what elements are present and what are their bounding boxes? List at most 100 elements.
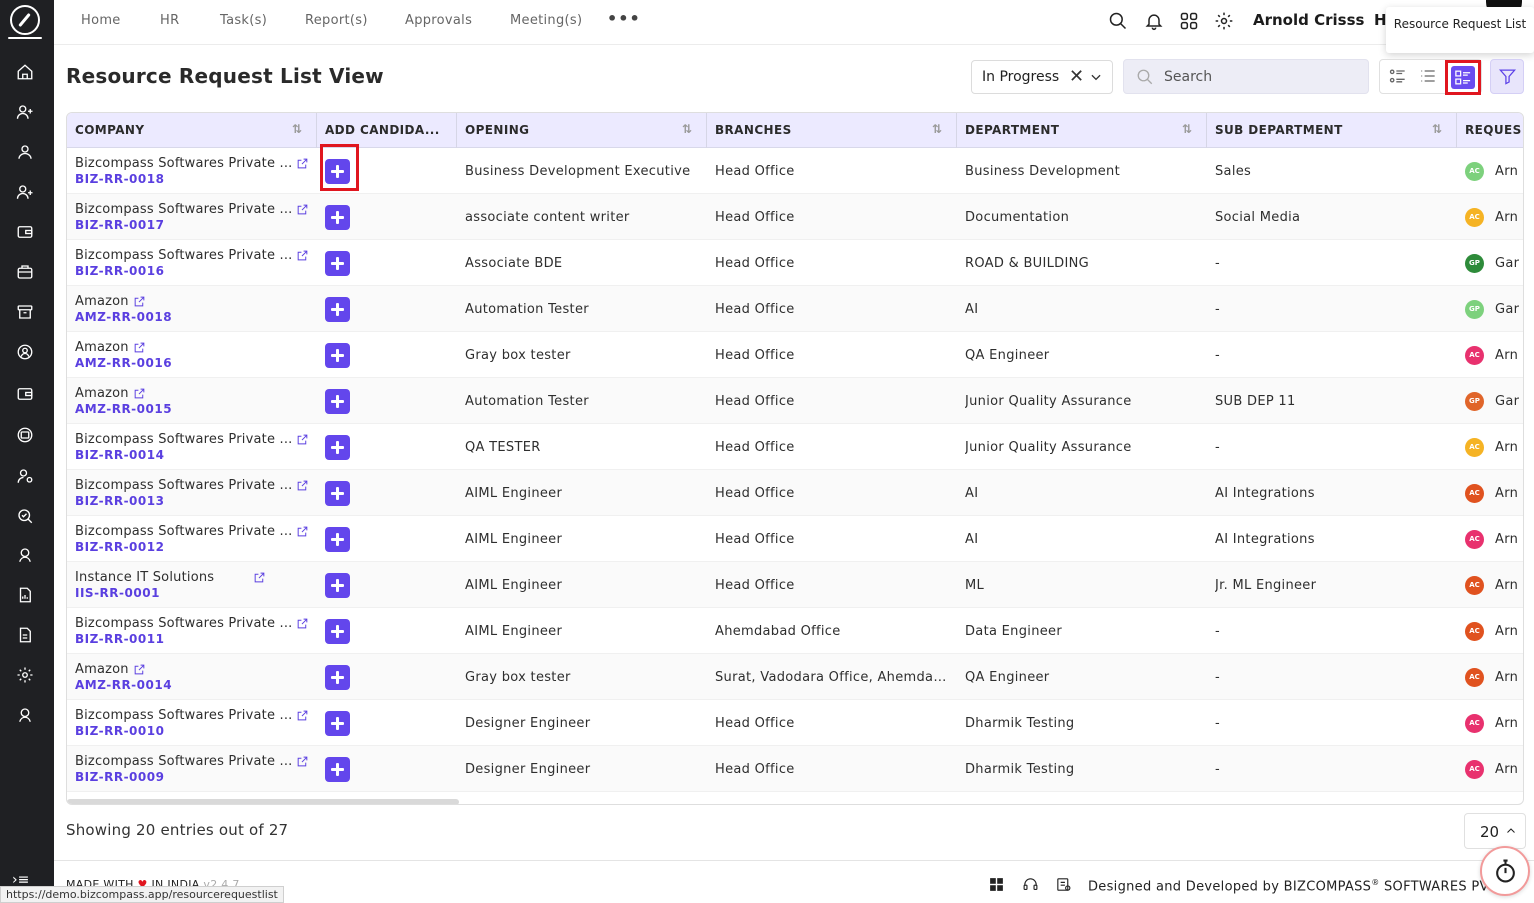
request-code-link[interactable]: BIZ-RR-0018 [75, 172, 164, 186]
search-input[interactable] [1164, 67, 1354, 87]
table-row[interactable]: Bizcompass Softwares Private ... BIZ-RR-0… [67, 148, 1523, 194]
search-check-icon[interactable] [15, 506, 35, 526]
horizontal-scrollbar[interactable] [67, 799, 459, 804]
table-row[interactable]: Bizcompass Softwares Private ... BIZ-RR-0… [67, 516, 1523, 562]
table-row[interactable]: Amazon AMZ-RR-0018 Automation Tester Head O… [67, 286, 1523, 332]
archive-icon[interactable] [15, 302, 35, 322]
request-code-link[interactable]: BIZ-RR-0010 [75, 724, 164, 738]
request-code-link[interactable]: BIZ-RR-0011 [75, 632, 164, 646]
add-candidate-button[interactable] [325, 389, 350, 414]
sort-icon[interactable]: ⇅ [1182, 122, 1196, 138]
external-link-icon[interactable] [296, 617, 309, 630]
table-row[interactable]: Amazon AMZ-RR-0015 Automation Tester Head O… [67, 378, 1523, 424]
external-link-icon[interactable] [296, 479, 309, 492]
user-icon[interactable] [15, 142, 35, 162]
briefcase-icon[interactable] [15, 262, 35, 282]
nav-home[interactable]: Home [81, 13, 121, 28]
request-code-link[interactable]: IIS-RR-0001 [75, 586, 160, 600]
request-code-link[interactable]: BIZ-RR-0016 [75, 264, 164, 278]
wallet-icon[interactable] [15, 222, 35, 242]
table-row[interactable]: Amazon AMZ-RR-0014 Gray box tester Surat, V… [67, 654, 1523, 700]
table-row[interactable]: Bizcompass Softwares Private ... BIZ-RR-0… [67, 746, 1523, 792]
external-link-icon[interactable] [296, 157, 309, 170]
table-row[interactable]: Bizcompass Softwares Private ... BIZ-RR-0… [67, 194, 1523, 240]
user-settings-icon[interactable] [15, 466, 35, 486]
search-field[interactable] [1123, 59, 1369, 94]
home-icon[interactable] [15, 62, 35, 82]
nav-hr[interactable]: HR [160, 13, 179, 28]
add-candidate-button[interactable] [325, 757, 350, 782]
request-code-link[interactable]: BIZ-RR-0013 [75, 494, 164, 508]
apps-grid-icon[interactable] [1179, 11, 1199, 31]
add-candidate-button[interactable] [325, 205, 350, 230]
request-code-link[interactable]: BIZ-RR-0012 [75, 540, 164, 554]
windows-icon[interactable] [988, 876, 1005, 893]
external-link-icon[interactable] [133, 387, 146, 400]
external-link-icon[interactable] [296, 433, 309, 446]
external-link-icon[interactable] [133, 295, 146, 308]
document-icon[interactable] [15, 625, 35, 645]
status-filter-select[interactable]: In Progress ✕ [971, 60, 1113, 94]
column-header-company[interactable]: COMPANY ⇅ [67, 113, 317, 148]
card-icon[interactable] [15, 384, 35, 404]
timer-button[interactable] [1480, 846, 1530, 896]
clear-filter-icon[interactable]: ✕ [1069, 66, 1084, 87]
add-user-icon[interactable] [15, 102, 35, 122]
chevron-down-icon[interactable] [1089, 70, 1103, 84]
external-link-icon[interactable] [296, 203, 309, 216]
sort-icon[interactable]: ⇅ [932, 122, 946, 138]
request-code-link[interactable]: AMZ-RR-0018 [75, 310, 172, 324]
settings-gear-icon[interactable] [1214, 11, 1234, 31]
headset-icon[interactable] [1022, 876, 1039, 893]
sort-icon[interactable]: ⇅ [1432, 122, 1446, 138]
external-link-icon[interactable] [296, 755, 309, 768]
add-candidate-button[interactable] [325, 711, 350, 736]
nav-tasks[interactable]: Task(s) [220, 13, 267, 28]
table-row[interactable]: Amazon AMZ-RR-0016 Gray box tester Head Off… [67, 332, 1523, 378]
team-icon[interactable] [15, 342, 35, 362]
external-link-icon[interactable] [296, 709, 309, 722]
list-view-icon[interactable] [1418, 66, 1440, 88]
add-candidate-button[interactable] [325, 343, 350, 368]
sort-icon[interactable]: ⇅ [682, 122, 696, 138]
add-candidate-button[interactable] [325, 435, 350, 460]
inbox-icon[interactable] [15, 425, 35, 445]
external-link-icon[interactable] [296, 525, 309, 538]
add-candidate-button[interactable] [325, 619, 350, 644]
column-header-requester[interactable]: REQUES [1457, 113, 1523, 148]
add-candidate-button[interactable] [325, 573, 350, 598]
nav-more-button[interactable]: ••• [607, 9, 641, 28]
external-link-icon[interactable] [253, 571, 266, 584]
table-row[interactable]: Bizcompass Softwares Private ... BIZ-RR-0… [67, 700, 1523, 746]
add-candidate-button[interactable] [325, 665, 350, 690]
request-code-link[interactable]: BIZ-RR-0009 [75, 770, 164, 784]
external-link-icon[interactable] [133, 341, 146, 354]
app-logo[interactable] [10, 5, 40, 35]
nav-meetings[interactable]: Meeting(s) [510, 13, 582, 28]
table-row[interactable]: Bizcompass Softwares Private ... BIZ-RR-0… [67, 240, 1523, 286]
support-icon[interactable] [15, 545, 35, 565]
filter-button[interactable] [1490, 59, 1524, 94]
request-code-link[interactable]: AMZ-RR-0016 [75, 356, 172, 370]
settings-icon[interactable] [15, 665, 35, 685]
table-row[interactable]: Bizcompass Softwares Private ... BIZ-RR-0… [67, 470, 1523, 516]
add-candidate-button[interactable] [325, 481, 350, 506]
nav-reports[interactable]: Report(s) [305, 13, 368, 28]
nav-approvals[interactable]: Approvals [405, 13, 472, 28]
table-row[interactable]: Instance IT Solutions IIS-RR-0001 AIML Eng… [67, 562, 1523, 608]
column-header-sub-department[interactable]: SUB DEPARTMENT ⇅ [1207, 113, 1457, 148]
table-view-icon[interactable] [1445, 60, 1481, 95]
card-view-icon[interactable] [1388, 66, 1410, 88]
notification-bell-icon[interactable] [1144, 11, 1164, 31]
column-header-department[interactable]: DEPARTMENT ⇅ [957, 113, 1207, 148]
request-code-link[interactable]: AMZ-RR-0015 [75, 402, 172, 416]
add-candidate-button[interactable] [325, 297, 350, 322]
add-member-icon[interactable] [15, 182, 35, 202]
column-header-branches[interactable]: BRANCHES ⇅ [707, 113, 957, 148]
sort-icon[interactable]: ⇅ [292, 122, 306, 138]
clipboard-icon[interactable] [1055, 876, 1072, 893]
request-code-link[interactable]: BIZ-RR-0014 [75, 448, 164, 462]
external-link-icon[interactable] [296, 249, 309, 262]
report-icon[interactable] [15, 585, 35, 605]
table-row[interactable]: Bizcompass Softwares Private ... BIZ-RR-0… [67, 608, 1523, 654]
